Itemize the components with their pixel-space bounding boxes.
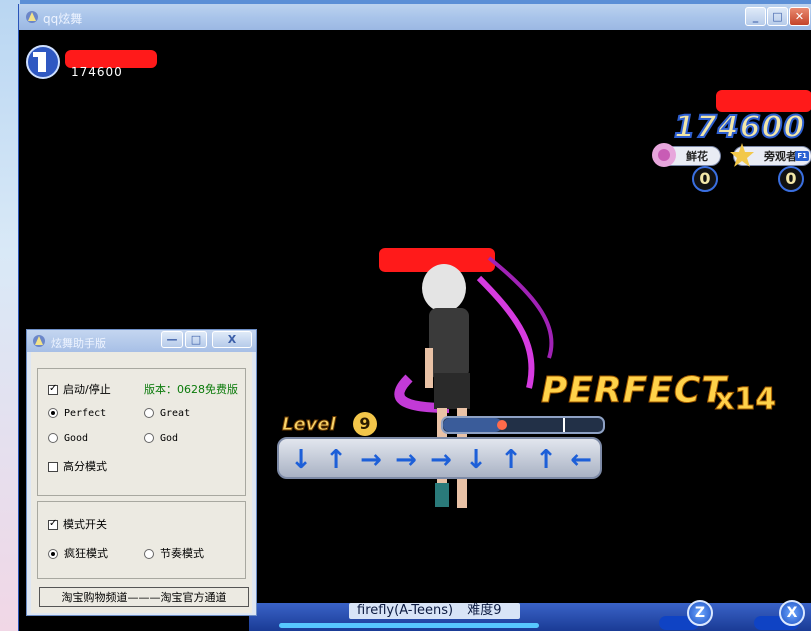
big-score: 174600 [673, 109, 806, 146]
arrow-key: → [430, 445, 452, 475]
window-title: qq炫舞 [43, 12, 83, 26]
mode-switch-label: 模式开关 [63, 518, 107, 531]
song-progress-marker [497, 420, 508, 430]
spectators-badge[interactable]: 旁观者 F1 [730, 143, 811, 167]
crazy-mode-radio-dot[interactable] [48, 549, 58, 559]
flowers-badge[interactable]: 鲜花 [652, 143, 721, 167]
arrow-key: ← [570, 445, 592, 475]
main-options-group: 启动/停止 版本：0628免费版 Perfect Great Good God … [37, 368, 246, 496]
spectators-hotkey: F1 [795, 151, 809, 161]
arrow-key: ↓ [465, 445, 487, 475]
mode-switch-checkbox[interactable]: 模式开关 [48, 516, 107, 532]
god-radio[interactable]: God [144, 433, 178, 444]
flower-icon [652, 143, 676, 167]
arrow-key: ↑ [500, 445, 522, 475]
redacted-opponent-name [716, 90, 811, 112]
start-stop-checkbox[interactable]: 启动/停止 [48, 381, 111, 397]
arrow-key: ↓ [290, 445, 312, 475]
player-score: 174600 [71, 65, 123, 79]
mode-switch-check[interactable] [48, 518, 58, 530]
close-button[interactable]: ✕ [789, 7, 810, 26]
arrow-key: → [360, 445, 382, 475]
z-button[interactable]: Z [687, 600, 713, 626]
song-info: firefly(A-Teens) 难度9 [349, 603, 520, 619]
dancer-character [394, 256, 554, 508]
good-label: Good [64, 433, 89, 444]
great-radio[interactable]: Great [144, 408, 190, 419]
desktop-background [0, 0, 20, 631]
start-stop-label: 启动/停止 [63, 383, 111, 396]
high-score-checkbox[interactable]: 高分模式 [48, 458, 107, 474]
maximize-button[interactable]: □ [767, 7, 788, 26]
arrow-key: ↑ [535, 445, 557, 475]
arrow-sequence-bar: ↓ ↑ → → → ↓ ↑ ↑ ← [277, 437, 602, 479]
rhythm-mode-radio-dot[interactable] [144, 549, 154, 559]
flowers-label: 鲜花 [686, 150, 708, 163]
perfect-radio-dot[interactable] [48, 408, 58, 418]
tool-close-button[interactable]: X [212, 331, 252, 348]
x-button[interactable]: X [779, 600, 805, 626]
crazy-mode-radio[interactable]: 疯狂模式 [48, 545, 108, 561]
song-progress-bar [441, 416, 605, 434]
tool-minimize-button[interactable]: — [161, 331, 183, 348]
taobao-link-button[interactable]: 淘宝购物频道———淘宝官方通道 [39, 587, 249, 607]
good-radio-dot[interactable] [48, 433, 58, 443]
spectators-label: 旁观者 [764, 150, 797, 163]
rhythm-mode-label: 节奏模式 [160, 547, 204, 560]
flowers-count: 0 [692, 166, 718, 192]
great-label: Great [160, 408, 191, 419]
level-value: 9 [353, 412, 377, 436]
tool-app-icon [33, 335, 45, 347]
app-icon [26, 11, 38, 23]
game-titlebar[interactable]: qq炫舞 _ □ ✕ [19, 4, 811, 30]
tool-titlebar[interactable]: 炫舞助手版 — □ X [27, 330, 256, 352]
judgement-text: PERFECT [541, 370, 727, 412]
great-radio-dot[interactable] [144, 408, 154, 418]
arrow-key: → [395, 445, 417, 475]
god-label: God [160, 433, 179, 444]
combo-count: x14 [714, 382, 777, 418]
song-progress-tick [563, 418, 565, 432]
arrow-key: ↑ [325, 445, 347, 475]
perfect-label: Perfect [64, 408, 107, 419]
minimize-button[interactable]: _ [745, 7, 766, 26]
perfect-radio[interactable]: Perfect [48, 408, 106, 419]
mode-options-group: 模式开关 疯狂模式 节奏模式 [37, 501, 246, 579]
tool-title: 炫舞助手版 [51, 337, 106, 350]
spectator-icon [730, 143, 754, 167]
high-score-label: 高分模式 [63, 460, 107, 473]
rhythm-mode-radio[interactable]: 节奏模式 [144, 545, 204, 561]
bottom-progress-glow [279, 623, 539, 628]
start-stop-check[interactable] [48, 383, 58, 395]
spectators-count: 0 [778, 166, 804, 192]
good-radio[interactable]: Good [48, 433, 88, 444]
version-label: 版本：0628免费版 [144, 383, 238, 396]
high-score-check[interactable] [48, 462, 58, 472]
tool-maximize-button[interactable]: □ [185, 331, 207, 348]
helper-tool-window: 炫舞助手版 — □ X 启动/停止 版本：0628免费版 Perfect Gre… [26, 329, 257, 616]
player-avatar-icon [26, 45, 60, 79]
song-difficulty: 难度9 [467, 603, 502, 618]
god-radio-dot[interactable] [144, 433, 154, 443]
crazy-mode-label: 疯狂模式 [64, 547, 108, 560]
tool-body: 启动/停止 版本：0628免费版 Perfect Great Good God … [31, 352, 252, 613]
song-progress-fill [443, 418, 503, 432]
song-title: firefly(A-Teens) [357, 603, 454, 618]
level-label: Level [282, 414, 337, 436]
